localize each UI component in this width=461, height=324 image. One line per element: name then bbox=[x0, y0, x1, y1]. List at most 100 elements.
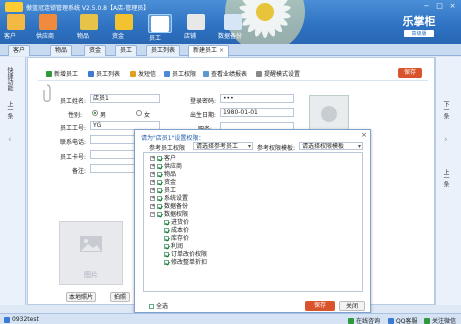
employee-name-input[interactable]: 店员1 bbox=[90, 94, 160, 103]
quick-functions-label[interactable]: 快捷功能 bbox=[5, 67, 14, 91]
tree-node-supplier[interactable]: + 供应商 bbox=[150, 163, 182, 170]
birth-date-input[interactable]: 1980-01-01 bbox=[220, 108, 294, 117]
tree-node-system-settings[interactable]: + 系统设置 bbox=[150, 195, 188, 202]
save-button[interactable]: 保存 bbox=[398, 68, 422, 78]
qq-icon bbox=[388, 317, 394, 324]
nav-supplier[interactable]: 供应商 bbox=[36, 14, 60, 40]
ref-template-select[interactable]: 请选择权限模板 bbox=[299, 142, 363, 150]
dialog-title: 请为"店员1"设置权限： bbox=[141, 135, 205, 142]
checkbox[interactable] bbox=[157, 212, 162, 217]
collapse-icon[interactable]: − bbox=[150, 212, 155, 217]
wechat-icon bbox=[424, 317, 430, 324]
new-employee-button[interactable]: 新增员工 bbox=[46, 69, 78, 78]
password-input[interactable]: ••• bbox=[220, 94, 294, 103]
checkbox[interactable] bbox=[157, 196, 162, 201]
nav-goods[interactable]: 物品 bbox=[77, 14, 101, 40]
customer-icon bbox=[7, 14, 25, 30]
next-arrow-icon[interactable]: › bbox=[444, 135, 448, 145]
ref-employee-select[interactable]: 请选择参考员工 bbox=[193, 142, 253, 150]
send-sms-button[interactable]: 发短信 bbox=[130, 69, 156, 78]
paperclip-icon bbox=[43, 84, 51, 102]
reminder-settings-button[interactable]: 提醒模式设置 bbox=[256, 69, 300, 78]
tab-customer[interactable]: 客户 bbox=[8, 45, 31, 56]
select-all[interactable]: 全选 bbox=[149, 303, 168, 310]
employee-icon bbox=[151, 16, 169, 32]
checkbox[interactable] bbox=[164, 220, 169, 225]
photo-placeholder: 图片 bbox=[59, 221, 123, 285]
local-photo-button[interactable]: 本地照片 bbox=[66, 292, 96, 302]
tree-node-money[interactable]: + 资金 bbox=[150, 179, 176, 186]
maximize-button[interactable]: □ bbox=[435, 2, 444, 10]
tree-node-data-permission[interactable]: − 数据权限 bbox=[150, 211, 188, 218]
tab-employee-list[interactable]: 员工列表 bbox=[146, 45, 181, 56]
expand-icon[interactable]: + bbox=[150, 172, 155, 177]
prev-arrow-icon[interactable]: ‹ bbox=[8, 135, 12, 145]
nav-backup[interactable]: 数据备份 bbox=[218, 14, 248, 40]
tree-node-purchase-price[interactable]: 进货价 bbox=[164, 219, 189, 226]
tree-node-order-discount[interactable]: 修改整单折扣 bbox=[164, 259, 207, 266]
employee-permission-button[interactable]: 员工权限 bbox=[164, 69, 196, 78]
tree-node-cost-price[interactable]: 成本价 bbox=[164, 227, 189, 234]
checkbox[interactable] bbox=[157, 172, 162, 177]
checkbox[interactable] bbox=[157, 188, 162, 193]
expand-icon[interactable]: + bbox=[150, 188, 155, 193]
tree-node-data-backup[interactable]: + 数据备份 bbox=[150, 203, 188, 210]
checkbox[interactable] bbox=[164, 260, 169, 265]
wechat-follow-link[interactable]: 关注微信 bbox=[424, 316, 456, 324]
camera-button[interactable]: 拍照 bbox=[110, 292, 130, 302]
performance-report-button[interactable]: 查看业绩报表 bbox=[203, 69, 247, 78]
next-record-label[interactable]: 下一条 bbox=[441, 101, 450, 119]
checkbox[interactable] bbox=[164, 252, 169, 257]
nav-money[interactable]: 资金 bbox=[112, 14, 136, 40]
expand-icon[interactable]: + bbox=[150, 180, 155, 185]
expand-icon[interactable]: + bbox=[150, 204, 155, 209]
select-all-checkbox[interactable] bbox=[149, 304, 154, 309]
ref-employee-label: 参考员工权限 bbox=[149, 145, 186, 152]
expand-icon[interactable]: + bbox=[150, 196, 155, 201]
nav-employee[interactable]: 员工 bbox=[148, 14, 172, 42]
tree-node-order-price-change[interactable]: 订单改价权限 bbox=[164, 251, 207, 258]
goods-icon bbox=[80, 14, 98, 30]
qq-service-link[interactable]: QQ客服 bbox=[388, 316, 417, 324]
employee-list-button[interactable]: 员工列表 bbox=[88, 69, 120, 78]
dialog-save-button[interactable]: 保存 bbox=[305, 301, 335, 311]
tab-goods[interactable]: 物品 bbox=[50, 45, 73, 56]
gender-male-radio[interactable] bbox=[92, 110, 98, 116]
nav-store[interactable]: 店铺 bbox=[184, 14, 208, 40]
checkbox[interactable] bbox=[164, 228, 169, 233]
checkbox[interactable] bbox=[157, 164, 162, 169]
online-chat-link[interactable]: 在线咨询 bbox=[348, 316, 380, 324]
gender-label: 性别: bbox=[68, 112, 83, 119]
checkbox[interactable] bbox=[164, 236, 169, 241]
tree-node-goods[interactable]: + 物品 bbox=[150, 171, 176, 178]
chat-icon bbox=[348, 317, 354, 324]
minimize-button[interactable]: − bbox=[422, 2, 431, 10]
close-window-button[interactable]: × bbox=[448, 2, 457, 10]
checkbox[interactable] bbox=[164, 244, 169, 249]
expand-icon[interactable]: + bbox=[150, 156, 155, 161]
checkbox[interactable] bbox=[157, 156, 162, 161]
permission-dialog: 请为"店员1"设置权限： × 参考员工权限 请选择参考员工 参考权限模板: 请选… bbox=[134, 129, 371, 313]
app-logo-icon bbox=[5, 2, 23, 12]
checkbox[interactable] bbox=[157, 204, 162, 209]
checkbox[interactable] bbox=[157, 180, 162, 185]
brand-edition: 高级版 bbox=[404, 30, 434, 37]
tree-node-customer[interactable]: + 客户 bbox=[150, 155, 176, 162]
tab-employee[interactable]: 员工 bbox=[115, 45, 138, 56]
gender-female-radio[interactable] bbox=[136, 110, 142, 116]
close-icon[interactable]: × bbox=[361, 131, 367, 139]
tree-node-employee[interactable]: + 员工 bbox=[150, 187, 176, 194]
prev-record-label[interactable]: 上一条 bbox=[5, 101, 14, 119]
nav-customer[interactable]: 客户 bbox=[4, 14, 28, 40]
tab-money[interactable]: 资金 bbox=[84, 45, 107, 56]
tree-node-profit[interactable]: 利润 bbox=[164, 243, 183, 250]
right-side-panel: 下一条 › 上一条 bbox=[435, 57, 461, 305]
close-tab-icon[interactable]: × bbox=[219, 47, 224, 54]
tab-new-employee[interactable]: 新建员工 × bbox=[188, 45, 230, 57]
expand-icon[interactable]: + bbox=[150, 164, 155, 169]
tree-node-stock-price[interactable]: 库存价 bbox=[164, 235, 189, 242]
dialog-close-button[interactable]: 关闭 bbox=[339, 301, 365, 311]
permission-tree: + 客户 + 供应商 + 物品 + 资金 + 员工 + 系统设置 + 数据备份 − 数据权限 进… bbox=[143, 152, 363, 292]
prev-record-label-right[interactable]: 上一条 bbox=[441, 169, 450, 187]
nav-label: 数据备份 bbox=[218, 33, 243, 40]
